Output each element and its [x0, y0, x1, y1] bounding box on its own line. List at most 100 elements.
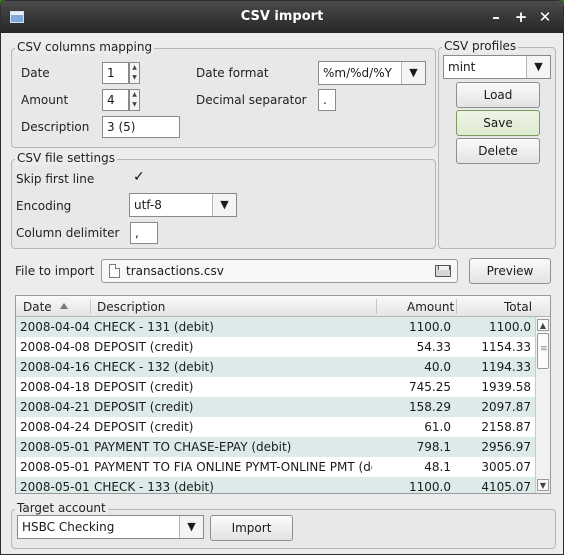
- vertical-scrollbar[interactable]: ▲ ▼: [535, 317, 550, 493]
- close-button[interactable]: ✕: [536, 8, 554, 26]
- cell-total: 4105.07: [481, 480, 531, 494]
- title-bar: CSV import – + ✕: [1, 1, 563, 33]
- preview-button[interactable]: Preview: [469, 258, 551, 284]
- import-button[interactable]: Import: [210, 515, 293, 541]
- cell-amount: 48.1: [424, 460, 451, 474]
- skip-first-line-checkbox[interactable]: ✓: [133, 170, 146, 184]
- amount-column-input[interactable]: 4: [102, 89, 129, 111]
- column-divider: [376, 299, 377, 314]
- file-to-import-label: File to import: [15, 264, 95, 278]
- cell-total: 1939.58: [481, 380, 531, 394]
- cell-total: 3005.07: [481, 460, 531, 474]
- cell-amount: 158.29: [409, 400, 451, 414]
- delete-profile-button[interactable]: Delete: [456, 138, 540, 164]
- cell-amount: 798.1: [416, 440, 451, 454]
- amount-column-spinner[interactable]: ▲ ▼: [129, 89, 140, 111]
- cell-description: DEPOSIT (credit): [94, 420, 194, 434]
- table-row[interactable]: 2008-04-24 DEPOSIT (credit) 61.0 2158.87: [16, 417, 536, 437]
- table-row[interactable]: 2008-04-21 DEPOSIT (credit) 158.29 2097.…: [16, 397, 536, 417]
- cell-date: 2008-05-01: [20, 480, 90, 494]
- profiles-group: CSV profiles mint ▼ Load Save Delete: [438, 39, 556, 249]
- skip-first-line-label: Skip first line: [16, 172, 95, 186]
- table-row[interactable]: 2008-05-01 PAYMENT TO CHASE-EPAY (debit)…: [16, 437, 536, 457]
- table-header: Date Description Amount Total: [16, 296, 550, 317]
- file-settings-title: CSV file settings: [15, 151, 117, 165]
- open-folder-icon[interactable]: [435, 265, 451, 277]
- amount-label: Amount: [21, 93, 69, 107]
- profiles-title: CSV profiles: [442, 39, 519, 53]
- profile-combo[interactable]: mint ▼: [443, 55, 551, 79]
- column-header-total[interactable]: Total: [504, 300, 532, 314]
- chevron-down-icon[interactable]: ▼: [179, 516, 203, 538]
- cell-total: 2097.87: [481, 400, 531, 414]
- cell-date: 2008-05-01: [20, 460, 90, 474]
- file-icon: [109, 264, 120, 278]
- table-row[interactable]: 2008-05-01 CHECK - 133 (debit) 1100.0 41…: [16, 477, 536, 494]
- table-row[interactable]: 2008-04-08 DEPOSIT (credit) 54.33 1154.3…: [16, 337, 536, 357]
- cell-amount: 1100.0: [409, 480, 451, 494]
- target-account-combo[interactable]: HSBC Checking ▼: [17, 515, 204, 539]
- cell-description: PAYMENT TO CHASE-EPAY (debit): [94, 440, 292, 454]
- date-format-combo[interactable]: %m/%d/%Y ▼: [318, 61, 426, 85]
- table-row[interactable]: 2008-04-04 CHECK - 131 (debit) 1100.0 11…: [16, 317, 536, 337]
- cell-amount: 40.0: [424, 360, 451, 374]
- column-divider: [90, 299, 91, 314]
- save-profile-button[interactable]: Save: [456, 110, 540, 136]
- profile-value: mint: [448, 60, 476, 74]
- window-title: CSV import: [240, 9, 324, 24]
- chevron-down-icon[interactable]: ▼: [526, 56, 550, 78]
- preview-table[interactable]: Date Description Amount Total 2008-04-04…: [15, 295, 551, 494]
- sort-ascending-icon: [60, 303, 68, 309]
- table-row[interactable]: 2008-04-16 CHECK - 132 (debit) 40.0 1194…: [16, 357, 536, 377]
- file-chooser[interactable]: transactions.csv: [101, 259, 458, 283]
- date-label: Date: [21, 66, 50, 80]
- scroll-up-icon[interactable]: ▲: [537, 319, 549, 331]
- file-name: transactions.csv: [126, 264, 224, 278]
- maximize-button[interactable]: +: [512, 8, 530, 26]
- table-row[interactable]: 2008-04-18 DEPOSIT (credit) 745.25 1939.…: [16, 377, 536, 397]
- file-settings-group: CSV file settings Skip first line ✓ Enco…: [11, 151, 436, 249]
- decimal-separator-input[interactable]: .: [318, 89, 336, 111]
- cell-total: 1100.0: [489, 320, 531, 334]
- target-account-title: Target account: [15, 501, 108, 515]
- cell-total: 1154.33: [481, 340, 531, 354]
- chevron-down-icon[interactable]: ▼: [401, 62, 425, 84]
- chevron-down-icon[interactable]: ▼: [212, 194, 236, 216]
- column-header-description[interactable]: Description: [97, 300, 165, 314]
- cell-description: CHECK - 131 (debit): [94, 320, 214, 334]
- target-account-value: HSBC Checking: [22, 520, 115, 534]
- minimize-button[interactable]: –: [487, 8, 505, 26]
- encoding-label: Encoding: [16, 199, 72, 213]
- column-delimiter-label: Column delimiter: [16, 226, 120, 240]
- column-divider: [456, 299, 457, 314]
- cell-amount: 54.33: [416, 340, 451, 354]
- load-profile-button[interactable]: Load: [456, 82, 540, 108]
- cell-description: PAYMENT TO FIA ONLINE PYMT-ONLINE PMT (d…: [94, 460, 372, 474]
- column-header-amount[interactable]: Amount: [407, 300, 454, 314]
- cell-amount: 1100.0: [409, 320, 451, 334]
- date-column-input[interactable]: 1: [102, 62, 129, 84]
- cell-amount: 61.0: [424, 420, 451, 434]
- csv-import-window: CSV import – + ✕ CSV columns mapping Dat…: [0, 0, 564, 555]
- cell-total: 2158.87: [481, 420, 531, 434]
- decimal-separator-label: Decimal separator: [196, 93, 307, 107]
- column-delimiter-input[interactable]: ,: [130, 222, 158, 244]
- cell-date: 2008-04-21: [20, 400, 90, 414]
- description-column-input[interactable]: 3 (5): [102, 116, 180, 138]
- table-row[interactable]: 2008-05-01 PAYMENT TO FIA ONLINE PYMT-ON…: [16, 457, 536, 477]
- column-header-date[interactable]: Date: [23, 300, 52, 314]
- cell-description: CHECK - 132 (debit): [94, 360, 214, 374]
- encoding-combo[interactable]: utf-8 ▼: [129, 193, 237, 217]
- scroll-down-icon[interactable]: ▼: [537, 479, 549, 491]
- cell-date: 2008-04-16: [20, 360, 90, 374]
- description-label: Description: [21, 120, 90, 134]
- target-account-group: Target account HSBC Checking ▼ Import: [11, 501, 556, 549]
- cell-description: DEPOSIT (credit): [94, 340, 194, 354]
- cell-description: CHECK - 133 (debit): [94, 480, 214, 494]
- cell-date: 2008-04-08: [20, 340, 90, 354]
- cell-description: DEPOSIT (credit): [94, 400, 194, 414]
- date-column-spinner[interactable]: ▲ ▼: [129, 62, 140, 84]
- scrollbar-thumb[interactable]: [537, 333, 549, 369]
- columns-mapping-title: CSV columns mapping: [15, 40, 155, 54]
- date-format-value: %m/%d/%Y: [323, 66, 392, 80]
